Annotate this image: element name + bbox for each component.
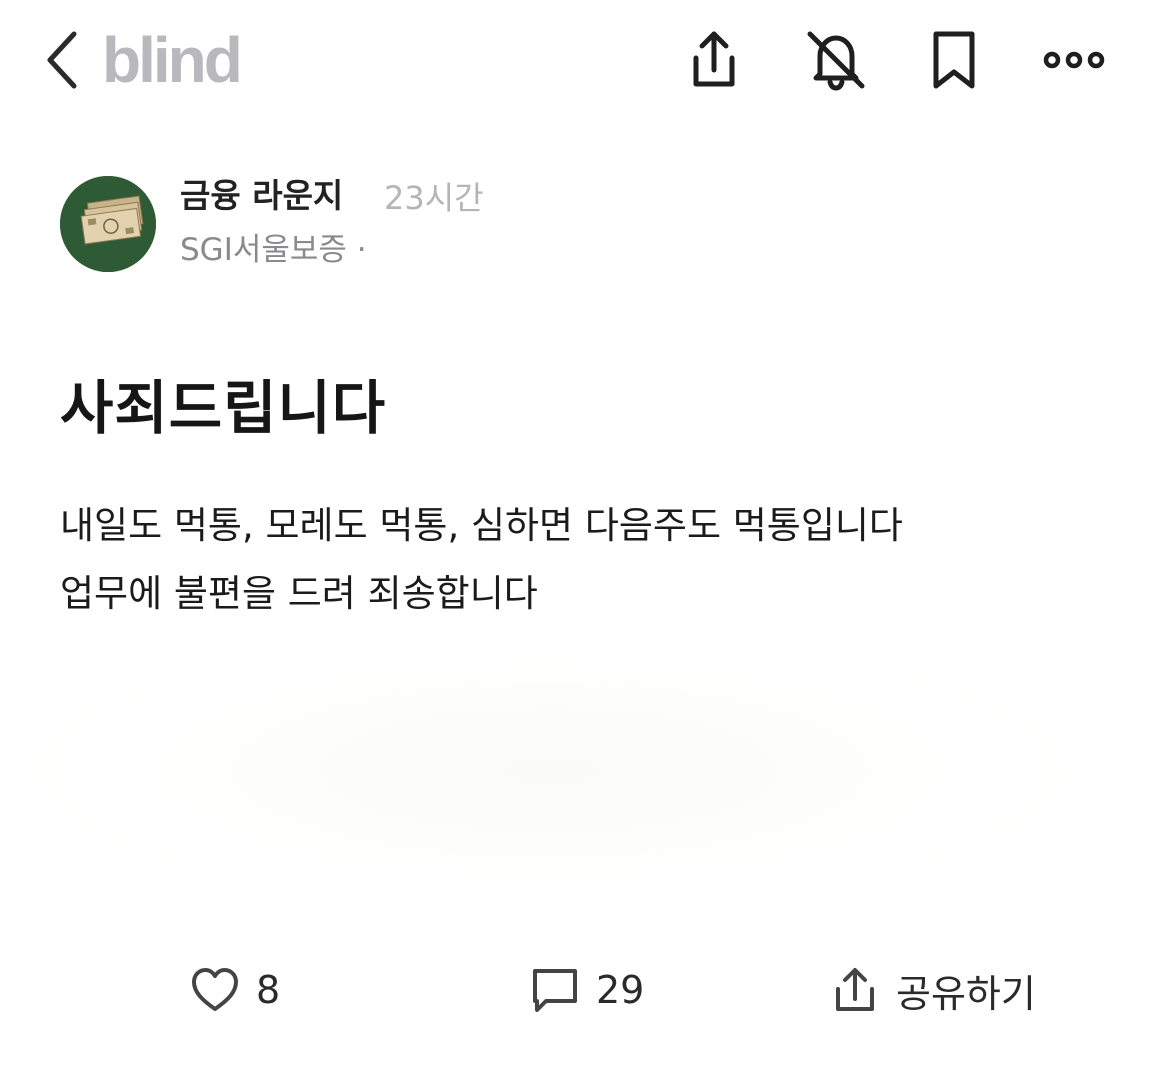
author-name[interactable]: 금융 라운지	[180, 174, 343, 218]
comment-icon	[533, 969, 577, 1012]
share-label: 공유하기	[896, 971, 1036, 1016]
bell-off-icon	[807, 31, 865, 91]
author-avatar[interactable]	[60, 176, 156, 272]
bookmark-icon	[933, 31, 975, 89]
more-button[interactable]	[1038, 24, 1110, 96]
like-count: 8	[256, 968, 281, 1012]
share-button[interactable]	[678, 24, 750, 96]
share-action-button[interactable]: 공유하기	[828, 950, 1036, 1030]
blurred-content	[0, 620, 1100, 920]
top-bar: blind	[0, 0, 1170, 125]
back-button[interactable]	[40, 28, 88, 92]
post-body: 내일도 먹통, 모레도 먹통, 심하면 다음주도 먹통입니다 업무에 불편을 드…	[60, 492, 1140, 628]
author-company[interactable]: SGI서울보증 ·	[180, 228, 367, 272]
comment-count: 29	[596, 968, 645, 1012]
notification-toggle[interactable]	[800, 24, 872, 96]
post-body-line: 업무에 불편을 드려 죄송합니다	[60, 572, 538, 615]
post-time: 23시간	[384, 179, 484, 217]
money-image	[60, 176, 156, 272]
blind-logo[interactable]: blind	[102, 22, 243, 98]
heart-icon	[192, 968, 238, 1011]
more-icon	[1043, 51, 1105, 69]
share-icon	[693, 31, 735, 87]
comment-button[interactable]: 29	[528, 950, 644, 1030]
like-button[interactable]: 8	[188, 950, 280, 1030]
post-body-line: 내일도 먹통, 모레도 먹통, 심하면 다음주도 먹통입니다	[60, 504, 903, 547]
bookmark-button[interactable]	[918, 24, 990, 96]
chevron-left-icon	[47, 31, 77, 89]
post-title: 사죄드립니다	[60, 374, 387, 442]
share-icon	[836, 968, 874, 1011]
post-actions: 8 29 공유하기	[0, 950, 1170, 1030]
